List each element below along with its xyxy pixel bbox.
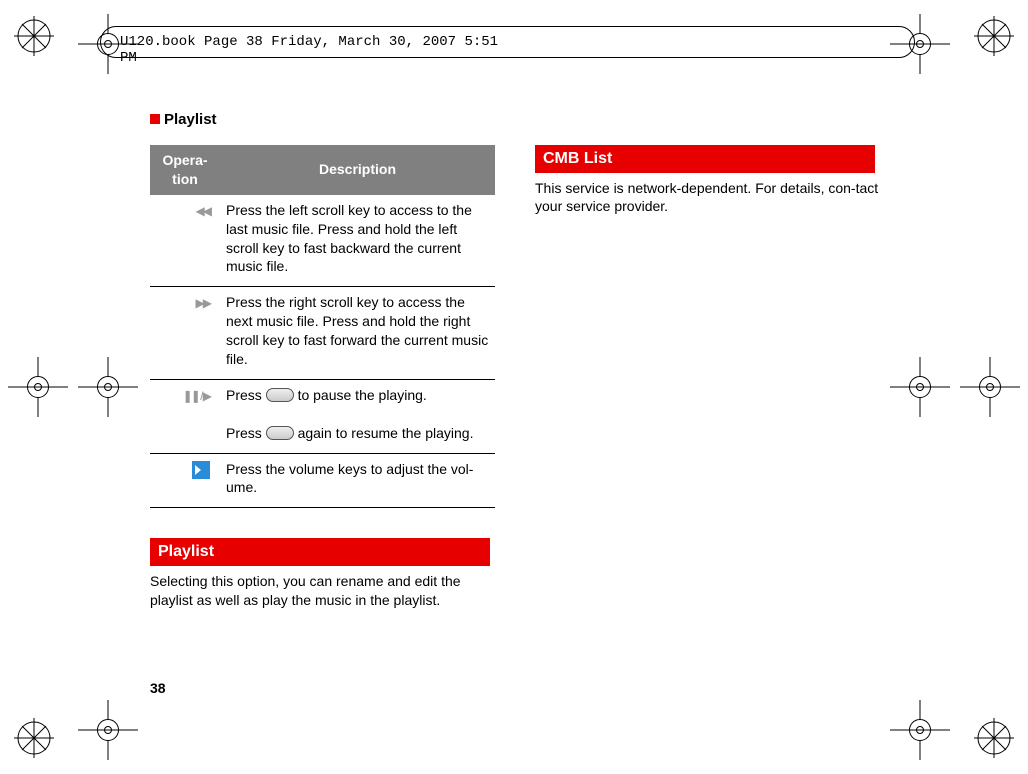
- book-header: U120.book Page 38 Friday, March 30, 2007…: [120, 34, 500, 66]
- section-square-icon: [150, 114, 160, 124]
- crosshair-mark: [78, 357, 138, 417]
- registration-mark: [972, 716, 1016, 760]
- keycap-icon: [266, 426, 294, 440]
- table-head-operation: Opera- tion: [150, 145, 220, 195]
- registration-mark: [12, 716, 56, 760]
- section-title: Playlist: [150, 111, 217, 128]
- crosshair-mark: [8, 357, 68, 417]
- crosshair-mark: [890, 357, 950, 417]
- text-fragment: Press: [226, 387, 266, 403]
- table-cell-desc: Press the left scroll key to access to t…: [220, 195, 495, 287]
- crosshair-mark: [78, 700, 138, 760]
- table-row: ◀◀ Press the left scroll key to access t…: [150, 195, 495, 287]
- table-cell-desc: Press to pause the playing. Press again …: [220, 379, 495, 453]
- content-columns: Opera- tion Description ◀◀ Press the lef…: [150, 145, 880, 610]
- cmb-list-header: CMB List: [535, 145, 875, 173]
- playlist-body: Selecting this option, you can rename an…: [150, 572, 495, 610]
- table-head-description: Description: [220, 145, 495, 195]
- section-title-text: Playlist: [164, 111, 217, 128]
- text-fragment: again to resume the playing.: [298, 425, 474, 441]
- table-row: Press the volume keys to adjust the vol-…: [150, 453, 495, 508]
- text-fragment: to pause the playing.: [298, 387, 427, 403]
- rewind-icon: ◀◀: [196, 204, 210, 218]
- page-number: 38: [150, 680, 166, 696]
- registration-mark: [12, 14, 56, 58]
- volume-icon: [192, 461, 210, 479]
- playlist-header: Playlist: [150, 538, 490, 566]
- text-fragment: Press: [226, 425, 266, 441]
- right-column: CMB List This service is network-depende…: [535, 145, 880, 610]
- crosshair-mark: [960, 357, 1020, 417]
- table-cell-desc: Press the right scroll key to access the…: [220, 287, 495, 380]
- registration-mark: [972, 14, 1016, 58]
- operations-table: Opera- tion Description ◀◀ Press the lef…: [150, 145, 495, 508]
- forward-icon: ▶▶: [196, 296, 210, 310]
- table-cell-desc: Press the volume keys to adjust the vol-…: [220, 453, 495, 508]
- pause-play-icon: ❚❚ / ▶: [183, 389, 210, 403]
- cmb-list-body: This service is network-dependent. For d…: [535, 179, 880, 217]
- left-column: Opera- tion Description ◀◀ Press the lef…: [150, 145, 495, 610]
- crosshair-mark: [890, 700, 950, 760]
- keycap-icon: [266, 388, 294, 402]
- table-row: ❚❚ / ▶ Press to pause the playing. Press…: [150, 379, 495, 453]
- table-row: ▶▶ Press the right scroll key to access …: [150, 287, 495, 380]
